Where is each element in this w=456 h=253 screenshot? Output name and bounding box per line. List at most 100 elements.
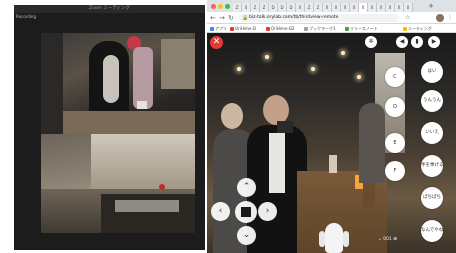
- bookmark-item[interactable]: アプリ: [210, 24, 227, 33]
- feed-window-light: [161, 39, 195, 89]
- browser-tab[interactable]: Z: [233, 3, 242, 12]
- reaction-button-unun[interactable]: うんうん: [421, 90, 443, 112]
- lock-icon: 🔒: [242, 15, 249, 21]
- camera-in-hand: [277, 121, 293, 133]
- reaction-button-nandeyanen[interactable]: なんでやねん: [421, 220, 448, 242]
- new-tab-button[interactable]: +: [428, 2, 434, 10]
- bookmark-label: ブックマーク1: [309, 26, 336, 31]
- bookmark-icon: [230, 26, 234, 31]
- reaction-button-yes[interactable]: はい: [421, 61, 443, 83]
- browser-tab[interactable]: Z: [251, 3, 260, 12]
- robot-avatar: [325, 223, 343, 253]
- bookmark-item[interactable]: リリースノート: [345, 24, 378, 33]
- video-feed-top: [41, 33, 195, 134]
- motion-button-e[interactable]: E: [385, 133, 405, 153]
- move-right-button[interactable]: ›: [258, 202, 277, 221]
- motion-button-c[interactable]: C: [385, 67, 405, 87]
- browser-tab[interactable]: X: [368, 3, 377, 12]
- bookmark-star-icon[interactable]: ☆: [405, 13, 410, 23]
- browser-tab[interactable]: X: [350, 3, 359, 12]
- person-left-head: [221, 103, 243, 129]
- person-right: [359, 103, 385, 183]
- window-zoom-dot[interactable]: [225, 4, 230, 9]
- address-bar-url[interactable]: biz-talk.orylab.com/tb/thirdview-remote: [249, 14, 338, 22]
- ceiling-light: [265, 55, 269, 59]
- settings-icon[interactable]: ✲: [365, 36, 377, 48]
- bookmarks-bar: アプリ OriHime-D OriHime-D2 ブックマーク1 リリースノート…: [207, 24, 456, 33]
- bookmark-item[interactable]: OriHime-D: [230, 24, 256, 33]
- robot-avatar-arm: [343, 231, 349, 247]
- drink-glass: [329, 155, 337, 173]
- bookmark-label: アプリ: [215, 26, 227, 31]
- back-button[interactable]: ←: [210, 13, 216, 23]
- move-left-button[interactable]: ‹: [211, 202, 230, 221]
- browser-tab[interactable]: D: [269, 3, 278, 12]
- tab-strip: ZSZZDDDXZZXXXXXXXXXX +: [207, 0, 456, 12]
- browser-tab[interactable]: D: [278, 3, 287, 12]
- feed-item-white: [137, 101, 147, 109]
- browser-tab[interactable]: X: [404, 3, 413, 12]
- window-minimize-dot[interactable]: [218, 4, 223, 9]
- video-icon[interactable]: ▶: [428, 36, 440, 48]
- browser-tab[interactable]: Z: [305, 3, 314, 12]
- browser-tab[interactable]: X: [341, 3, 350, 12]
- forward-button[interactable]: →: [219, 13, 225, 23]
- feed-wall-light: [91, 134, 195, 189]
- robot-avatar-arm: [319, 231, 325, 247]
- zoom-window: Zoom ミーティング Recording: [14, 5, 205, 250]
- ceiling-light: [237, 67, 241, 71]
- motion-button-f[interactable]: F: [385, 161, 405, 181]
- move-down-button[interactable]: ⌄: [237, 226, 256, 245]
- window-close-dot[interactable]: [211, 4, 216, 9]
- browser-tab[interactable]: Z: [260, 3, 269, 12]
- feed-machine-panel: [115, 200, 179, 212]
- view-footer: ⌄ 001 ⊞: [378, 237, 397, 242]
- bookmark-icon: [266, 26, 270, 31]
- feed-table: [63, 111, 195, 134]
- speaker-icon[interactable]: ◀: [396, 36, 408, 48]
- mic-icon[interactable]: ▮: [411, 36, 423, 48]
- ceiling-light: [357, 75, 361, 79]
- profile-avatar[interactable]: [436, 14, 444, 22]
- motion-button-d[interactable]: D: [385, 97, 405, 117]
- browser-tab[interactable]: X: [377, 3, 386, 12]
- browser-toolbar: ← → ↻ 🔒 biz-talk.orylab.com/tb/thirdview…: [207, 12, 456, 24]
- recording-label: Recording: [16, 14, 37, 19]
- feed-figure-pink: [133, 47, 153, 109]
- tabs: ZSZZDDDXZZXXXXXXXXXX: [233, 3, 413, 12]
- screen: Zoom ミーティング Recording ZSZ Z D D D X Z Z …: [0, 0, 456, 253]
- reaction-button-clap[interactable]: ぱちぱち: [421, 187, 443, 209]
- browser-tab[interactable]: X: [395, 3, 404, 12]
- bookmark-label: OriHime-D2: [271, 26, 295, 31]
- bookmark-item[interactable]: ブックマーク1: [304, 24, 336, 33]
- browser-tab[interactable]: X: [323, 3, 332, 12]
- zoom-titlebar: Zoom ミーティング: [14, 5, 205, 13]
- address-bar[interactable]: 🔒 biz-talk.orylab.com/tb/thirdview-remot…: [239, 14, 399, 22]
- browser-window: ZSZZDDDXZZXXXXXXXXXX + ← → ↻ 🔒 biz-talk.…: [207, 0, 456, 253]
- browser-tab[interactable]: S: [242, 3, 251, 12]
- bookmark-icon: [403, 26, 407, 31]
- telepresence-view[interactable]: ✕ ✲ ◀ ▮ ▶ C D E F はい うんうん いいえ 手を挙げる ぱちぱち…: [207, 33, 456, 253]
- browser-tab[interactable]: X: [386, 3, 395, 12]
- browser-menu-icon[interactable]: ⋮: [447, 13, 453, 23]
- bookmark-item[interactable]: OriHime-D2: [266, 24, 294, 33]
- browser-tab[interactable]: Z: [314, 3, 323, 12]
- video-feed-bottom: [41, 134, 195, 233]
- move-up-button[interactable]: ⌃: [237, 178, 256, 197]
- bookmark-icon: [304, 26, 308, 31]
- person-center-shirt: [269, 133, 285, 193]
- browser-tab[interactable]: X: [332, 3, 341, 12]
- feed-red-marker: [159, 184, 165, 190]
- bookmark-label: OriHime-D: [235, 26, 256, 31]
- reaction-button-raise-hand[interactable]: 手を挙げる: [421, 155, 444, 177]
- close-button[interactable]: ✕: [210, 36, 223, 49]
- bookmark-item[interactable]: ミーティング: [403, 24, 432, 33]
- bookmark-icon: [345, 26, 349, 31]
- reload-button[interactable]: ↻: [228, 13, 234, 23]
- browser-tab[interactable]: D: [287, 3, 296, 12]
- bookmark-label: リリースノート: [350, 26, 378, 31]
- reaction-button-no[interactable]: いいえ: [421, 122, 443, 144]
- browser-tab[interactable]: X: [359, 3, 368, 12]
- bookmark-icon: [210, 26, 214, 31]
- browser-tab[interactable]: X: [296, 3, 305, 12]
